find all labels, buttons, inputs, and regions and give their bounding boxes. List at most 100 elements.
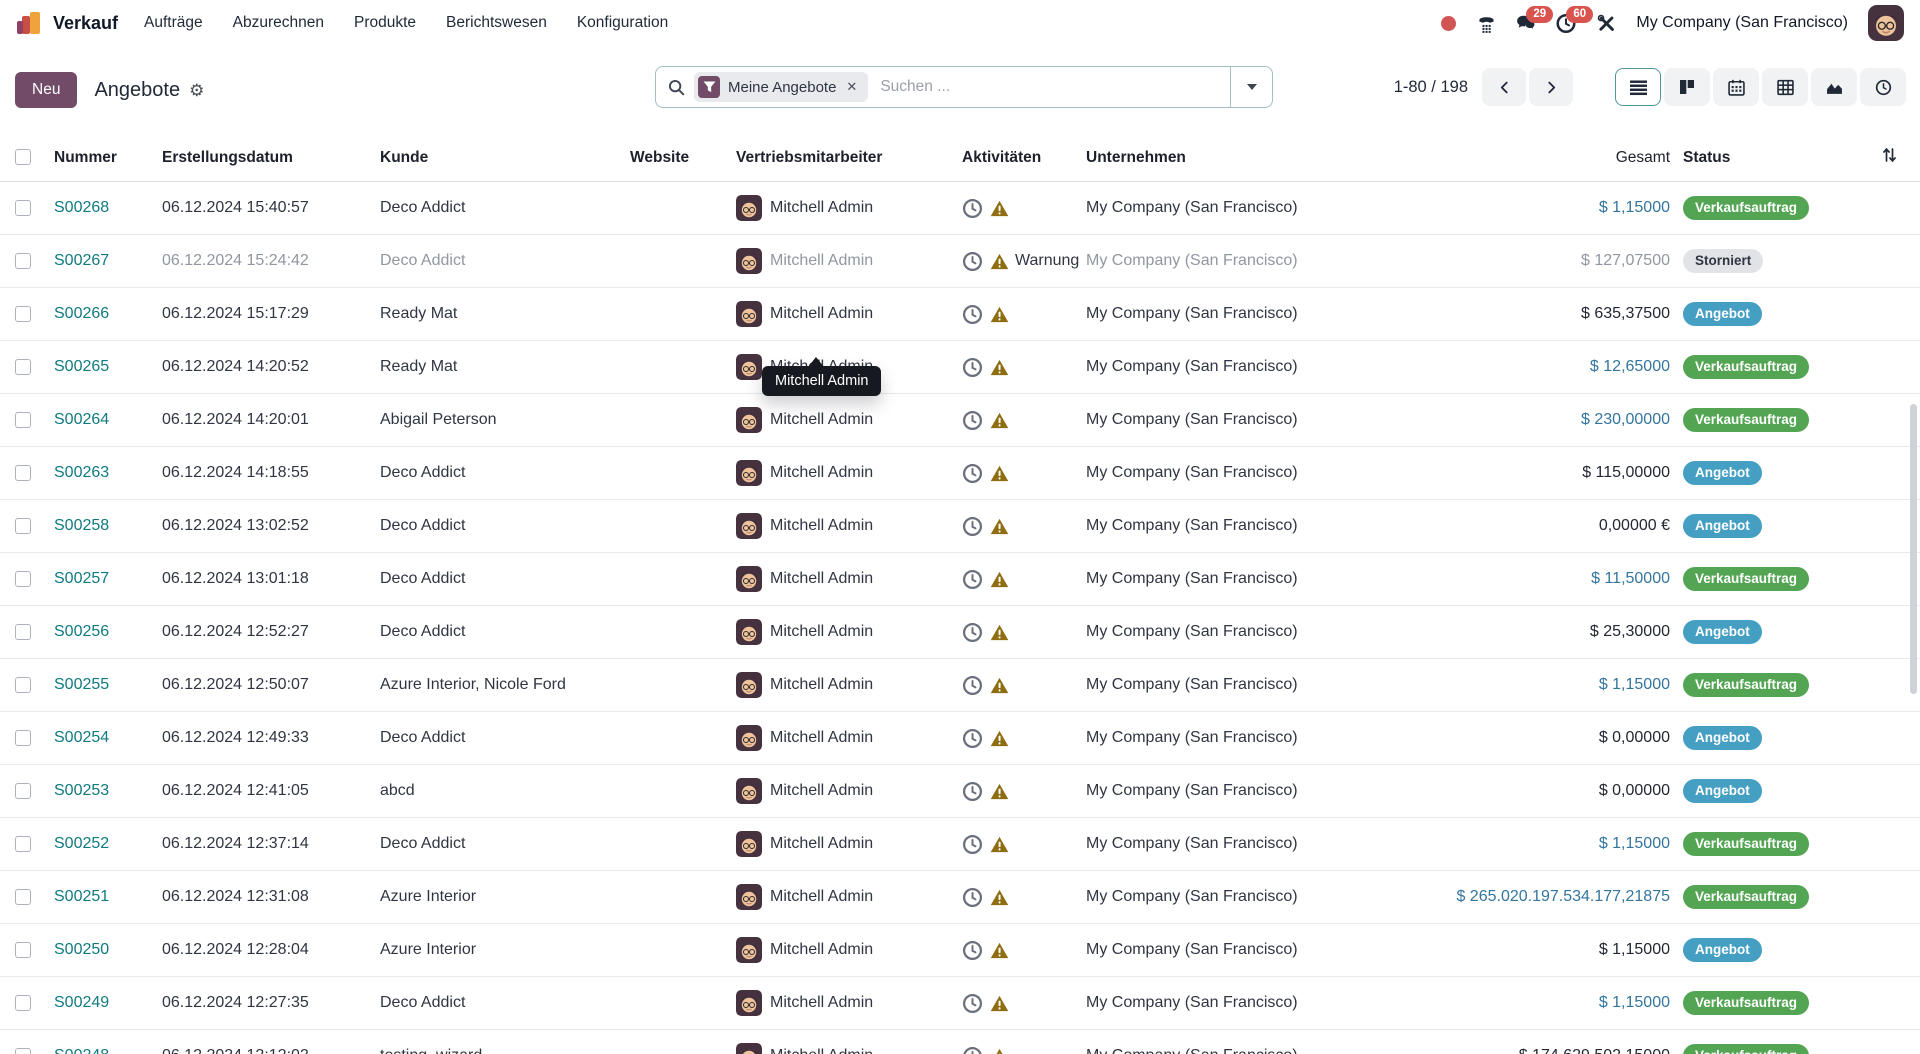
row-checkbox[interactable]	[0, 994, 44, 1012]
chat-icon[interactable]: 29	[1516, 13, 1536, 33]
view-calendar-button[interactable]	[1713, 68, 1759, 106]
header-unternehmen[interactable]: Unternehmen	[1080, 149, 1418, 167]
user-avatar[interactable]	[1868, 5, 1904, 41]
activity-cell[interactable]	[956, 993, 1080, 1014]
activity-clock-icon[interactable]	[962, 622, 983, 643]
app-brand[interactable]: Verkauf	[14, 8, 118, 38]
search-facet[interactable]: Meine Angebote ✕	[694, 72, 868, 102]
new-button[interactable]: Neu	[15, 72, 77, 108]
row-checkbox[interactable]	[0, 941, 44, 959]
activity-cell[interactable]	[956, 569, 1080, 590]
table-row[interactable]: S00266 06.12.2024 15:17:29 Ready Mat Mit…	[0, 288, 1920, 341]
view-list-button[interactable]	[1615, 68, 1661, 106]
table-row[interactable]: S00256 06.12.2024 12:52:27 Deco Addict M…	[0, 606, 1920, 659]
table-row[interactable]: S00265 06.12.2024 14:20:52 Ready Mat Mit…	[0, 341, 1920, 394]
activity-cell[interactable]	[956, 1046, 1080, 1054]
row-checkbox[interactable]	[0, 1047, 44, 1054]
order-number-link[interactable]: S00252	[44, 835, 158, 853]
phone-icon[interactable]	[1476, 13, 1496, 33]
row-checkbox[interactable]	[0, 305, 44, 323]
activity-clock-icon[interactable]	[962, 410, 983, 431]
order-number-link[interactable]: S00265	[44, 358, 158, 376]
table-row[interactable]: S00253 06.12.2024 12:41:05 abcd Mitchell…	[0, 765, 1920, 818]
activity-clock-icon[interactable]	[962, 357, 983, 378]
activity-clock-icon[interactable]	[962, 463, 983, 484]
activity-cell[interactable]	[956, 834, 1080, 855]
header-kunde[interactable]: Kunde	[376, 149, 626, 167]
activity-clock-icon[interactable]	[962, 251, 983, 272]
view-pivot-button[interactable]	[1762, 68, 1808, 106]
table-row[interactable]: S00268 06.12.2024 15:40:57 Deco Addict M…	[0, 182, 1920, 235]
activity-cell[interactable]	[956, 728, 1080, 749]
header-erstellungsdatum[interactable]: Erstellungsdatum	[158, 149, 376, 167]
menu-produkte[interactable]: Produkte	[354, 14, 416, 32]
row-checkbox[interactable]	[0, 411, 44, 429]
order-number-link[interactable]: S00257	[44, 570, 158, 588]
header-status[interactable]: Status	[1670, 149, 1848, 167]
row-checkbox[interactable]	[0, 199, 44, 217]
remove-facet-icon[interactable]: ✕	[844, 79, 859, 95]
search-dropdown-toggle[interactable]	[1230, 67, 1272, 107]
activity-cell[interactable]: Warnung	[956, 251, 1080, 272]
activity-clock-icon[interactable]	[962, 675, 983, 696]
order-number-link[interactable]: S00263	[44, 464, 158, 482]
order-number-link[interactable]: S00267	[44, 252, 158, 270]
header-vertriebsmitarbeiter[interactable]: Vertriebsmitarbeiter	[732, 149, 956, 167]
activity-clock-icon[interactable]	[962, 516, 983, 537]
view-activity-button[interactable]	[1860, 68, 1906, 106]
row-checkbox[interactable]	[0, 570, 44, 588]
menu-auftraege[interactable]: Aufträge	[144, 14, 203, 32]
table-row[interactable]: S00248 06.12.2024 12:12:02 testing_wizar…	[0, 1030, 1920, 1054]
table-row[interactable]: S00255 06.12.2024 12:50:07 Azure Interio…	[0, 659, 1920, 712]
view-graph-button[interactable]	[1811, 68, 1857, 106]
table-row[interactable]: S00264 06.12.2024 14:20:01 Abigail Peter…	[0, 394, 1920, 447]
table-row[interactable]: S00263 06.12.2024 14:18:55 Deco Addict M…	[0, 447, 1920, 500]
header-aktivitaeten[interactable]: Aktivitäten	[956, 149, 1080, 167]
table-row[interactable]: S00250 06.12.2024 12:28:04 Azure Interio…	[0, 924, 1920, 977]
order-number-link[interactable]: S00255	[44, 676, 158, 694]
row-checkbox[interactable]	[0, 358, 44, 376]
order-number-link[interactable]: S00266	[44, 305, 158, 323]
tools-icon[interactable]	[1596, 13, 1616, 33]
menu-berichtswesen[interactable]: Berichtswesen	[446, 14, 547, 32]
table-row[interactable]: S00258 06.12.2024 13:02:52 Deco Addict M…	[0, 500, 1920, 553]
row-checkbox[interactable]	[0, 252, 44, 270]
activity-cell[interactable]	[956, 622, 1080, 643]
order-number-link[interactable]: S00258	[44, 517, 158, 535]
activity-clock-icon[interactable]	[962, 728, 983, 749]
activity-cell[interactable]	[956, 781, 1080, 802]
row-checkbox[interactable]	[0, 835, 44, 853]
activity-clock-icon[interactable]	[962, 569, 983, 590]
order-number-link[interactable]: S00248	[44, 1047, 158, 1054]
clock-icon[interactable]: 60	[1556, 13, 1576, 33]
order-number-link[interactable]: S00250	[44, 941, 158, 959]
activity-clock-icon[interactable]	[962, 781, 983, 802]
header-gesamt[interactable]: Gesamt	[1418, 149, 1670, 167]
activity-clock-icon[interactable]	[962, 940, 983, 961]
activity-cell[interactable]	[956, 940, 1080, 961]
search-input[interactable]: Suchen ...	[880, 78, 1230, 96]
activity-cell[interactable]	[956, 887, 1080, 908]
select-all-checkbox[interactable]	[0, 149, 44, 167]
activity-cell[interactable]	[956, 410, 1080, 431]
search-bar[interactable]: Meine Angebote ✕ Suchen ...	[655, 66, 1273, 108]
activity-cell[interactable]	[956, 198, 1080, 219]
pager-next-button[interactable]	[1529, 68, 1573, 106]
optional-columns-toggle[interactable]	[1848, 147, 1920, 168]
pager-previous-button[interactable]	[1482, 68, 1526, 106]
header-website[interactable]: Website	[626, 149, 732, 167]
table-row[interactable]: S00251 06.12.2024 12:31:08 Azure Interio…	[0, 871, 1920, 924]
table-row[interactable]: S00257 06.12.2024 13:01:18 Deco Addict M…	[0, 553, 1920, 606]
activity-clock-icon[interactable]	[962, 993, 983, 1014]
table-row[interactable]: S00252 06.12.2024 12:37:14 Deco Addict M…	[0, 818, 1920, 871]
table-row[interactable]: S00249 06.12.2024 12:27:35 Deco Addict M…	[0, 977, 1920, 1030]
order-number-link[interactable]: S00253	[44, 782, 158, 800]
row-checkbox[interactable]	[0, 676, 44, 694]
activity-cell[interactable]	[956, 516, 1080, 537]
activity-cell[interactable]	[956, 463, 1080, 484]
company-switcher[interactable]: My Company (San Francisco)	[1636, 14, 1848, 32]
activity-clock-icon[interactable]	[962, 304, 983, 325]
order-number-link[interactable]: S00264	[44, 411, 158, 429]
view-kanban-button[interactable]	[1664, 68, 1710, 106]
menu-abzurechnen[interactable]: Abzurechnen	[233, 14, 324, 32]
